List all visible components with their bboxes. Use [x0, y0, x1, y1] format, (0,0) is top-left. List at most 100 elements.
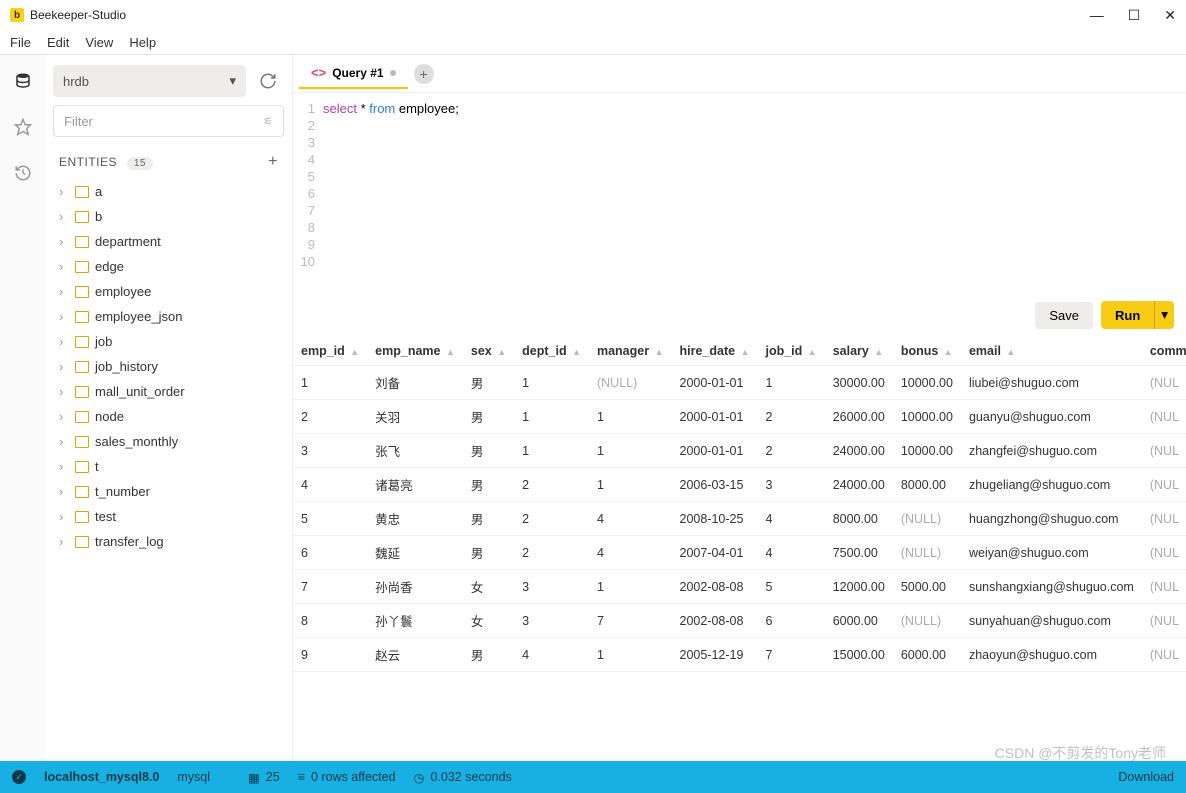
status-connection[interactable]: localhost_mysql8.0 [44, 770, 159, 784]
cell-job_id[interactable]: 7 [757, 638, 824, 672]
cell-email[interactable]: weiyan@shuguo.com [961, 536, 1142, 570]
cell-hire_date[interactable]: 2000-01-01 [672, 366, 758, 400]
cell-emp_id[interactable]: 8 [293, 604, 367, 638]
cell-dept_id[interactable]: 4 [514, 638, 589, 672]
cell-emp_name[interactable]: 关羽 [367, 400, 463, 434]
cell-job_id[interactable]: 6 [757, 604, 824, 638]
cell-comment[interactable]: (NUL [1142, 570, 1186, 604]
cell-emp_id[interactable]: 9 [293, 638, 367, 672]
cell-emp_id[interactable]: 4 [293, 468, 367, 502]
cell-emp_id[interactable]: 2 [293, 400, 367, 434]
cell-hire_date[interactable]: 2002-08-08 [672, 604, 758, 638]
cell-comment[interactable]: (NUL [1142, 400, 1186, 434]
run-button[interactable]: Run [1101, 301, 1154, 329]
menu-view[interactable]: View [85, 35, 113, 50]
cell-dept_id[interactable]: 2 [514, 468, 589, 502]
entity-t_number[interactable]: ›t_number [53, 479, 284, 504]
column-hire_date[interactable]: hire_date ▲ [672, 337, 758, 366]
cell-sex[interactable]: 女 [463, 604, 514, 638]
run-dropdown-button[interactable]: ▾ [1154, 301, 1174, 329]
entity-test[interactable]: ›test [53, 504, 284, 529]
cell-email[interactable]: sunyahuan@shuguo.com [961, 604, 1142, 638]
cell-manager[interactable]: 1 [589, 570, 672, 604]
entity-employee_json[interactable]: ›employee_json [53, 304, 284, 329]
cell-emp_id[interactable]: 5 [293, 502, 367, 536]
sql-editor[interactable]: 12345678910 select * from employee; [293, 93, 1186, 293]
cell-job_id[interactable]: 5 [757, 570, 824, 604]
filter-input[interactable]: Filter ⚟ [53, 105, 284, 137]
cell-hire_date[interactable]: 2000-01-01 [672, 434, 758, 468]
cell-salary[interactable]: 24000.00 [825, 434, 893, 468]
column-bonus[interactable]: bonus ▲ [893, 337, 961, 366]
table-row[interactable]: 1刘备男1(NULL)2000-01-01130000.0010000.00li… [293, 366, 1186, 400]
cell-salary[interactable]: 6000.00 [825, 604, 893, 638]
column-manager[interactable]: manager ▲ [589, 337, 672, 366]
cell-bonus[interactable]: 10000.00 [893, 434, 961, 468]
entity-department[interactable]: ›department [53, 229, 284, 254]
cell-manager[interactable]: 1 [589, 434, 672, 468]
cell-manager[interactable]: 4 [589, 536, 672, 570]
cell-job_id[interactable]: 2 [757, 434, 824, 468]
cell-salary[interactable]: 12000.00 [825, 570, 893, 604]
refresh-button[interactable] [252, 65, 284, 97]
cell-hire_date[interactable]: 2006-03-15 [672, 468, 758, 502]
entity-job[interactable]: ›job [53, 329, 284, 354]
column-email[interactable]: email ▲ [961, 337, 1142, 366]
cell-comment[interactable]: (NUL [1142, 434, 1186, 468]
cell-sex[interactable]: 女 [463, 570, 514, 604]
column-comment[interactable]: comment ▲ [1142, 337, 1186, 366]
cell-email[interactable]: guanyu@shuguo.com [961, 400, 1142, 434]
cell-sex[interactable]: 男 [463, 400, 514, 434]
cell-hire_date[interactable]: 2005-12-19 [672, 638, 758, 672]
cell-bonus[interactable]: (NULL) [893, 502, 961, 536]
tab-query-1[interactable]: <> Query #1 [299, 59, 408, 89]
download-button[interactable]: Download [1118, 770, 1174, 784]
cell-sex[interactable]: 男 [463, 536, 514, 570]
cell-emp_name[interactable]: 赵云 [367, 638, 463, 672]
cell-hire_date[interactable]: 2007-04-01 [672, 536, 758, 570]
cell-bonus[interactable]: (NULL) [893, 604, 961, 638]
cell-manager[interactable]: 1 [589, 638, 672, 672]
cell-bonus[interactable]: 10000.00 [893, 400, 961, 434]
cell-salary[interactable]: 30000.00 [825, 366, 893, 400]
save-button[interactable]: Save [1035, 302, 1093, 329]
table-row[interactable]: 2关羽男112000-01-01226000.0010000.00guanyu@… [293, 400, 1186, 434]
entity-transfer_log[interactable]: ›transfer_log [53, 529, 284, 554]
cell-dept_id[interactable]: 2 [514, 536, 589, 570]
cell-sex[interactable]: 男 [463, 434, 514, 468]
cell-job_id[interactable]: 4 [757, 502, 824, 536]
cell-email[interactable]: zhugeliang@shuguo.com [961, 468, 1142, 502]
table-row[interactable]: 3张飞男112000-01-01224000.0010000.00zhangfe… [293, 434, 1186, 468]
cell-sex[interactable]: 男 [463, 468, 514, 502]
cell-comment[interactable]: (NUL [1142, 604, 1186, 638]
column-job_id[interactable]: job_id ▲ [757, 337, 824, 366]
cell-bonus[interactable]: 5000.00 [893, 570, 961, 604]
cell-emp_name[interactable]: 黄忠 [367, 502, 463, 536]
cell-emp_id[interactable]: 1 [293, 366, 367, 400]
entity-b[interactable]: ›b [53, 204, 284, 229]
close-button[interactable]: ✕ [1164, 7, 1176, 24]
add-tab-button[interactable]: + [414, 64, 434, 84]
cell-bonus[interactable]: (NULL) [893, 536, 961, 570]
cell-job_id[interactable]: 2 [757, 400, 824, 434]
cell-emp_name[interactable]: 孙尚香 [367, 570, 463, 604]
database-icon[interactable] [11, 69, 35, 93]
cell-manager[interactable]: 4 [589, 502, 672, 536]
maximize-button[interactable]: ☐ [1128, 7, 1141, 24]
cell-salary[interactable]: 24000.00 [825, 468, 893, 502]
table-row[interactable]: 5黄忠男242008-10-2548000.00(NULL)huangzhong… [293, 502, 1186, 536]
cell-email[interactable]: sunshangxiang@shuguo.com [961, 570, 1142, 604]
cell-dept_id[interactable]: 1 [514, 366, 589, 400]
cell-salary[interactable]: 7500.00 [825, 536, 893, 570]
cell-email[interactable]: zhaoyun@shuguo.com [961, 638, 1142, 672]
entity-sales_monthly[interactable]: ›sales_monthly [53, 429, 284, 454]
cell-emp_id[interactable]: 3 [293, 434, 367, 468]
cell-comment[interactable]: (NUL [1142, 468, 1186, 502]
cell-manager[interactable]: 1 [589, 468, 672, 502]
cell-emp_name[interactable]: 张飞 [367, 434, 463, 468]
cell-job_id[interactable]: 4 [757, 536, 824, 570]
cell-comment[interactable]: (NUL [1142, 502, 1186, 536]
cell-email[interactable]: huangzhong@shuguo.com [961, 502, 1142, 536]
table-row[interactable]: 7孙尚香女312002-08-08512000.005000.00sunshan… [293, 570, 1186, 604]
cell-manager[interactable]: 1 [589, 400, 672, 434]
